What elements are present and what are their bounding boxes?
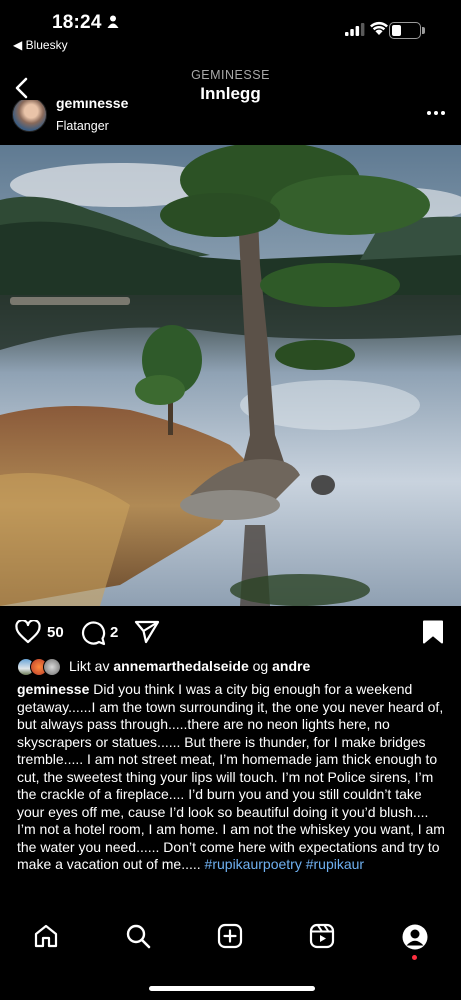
bookmark-icon[interactable] xyxy=(422,620,444,644)
post-username[interactable]: geminesse xyxy=(56,100,128,111)
avatar[interactable] xyxy=(12,100,47,132)
status-bar: 18:24 ◀ Bluesky xyxy=(0,0,461,60)
back-to-app-link[interactable]: ◀ Bluesky xyxy=(13,38,68,52)
likes-count[interactable]: 50 xyxy=(47,624,64,641)
status-time: 18:24 xyxy=(52,12,102,33)
post-header: geminesse Flatanger xyxy=(0,100,461,144)
home-indicator[interactable] xyxy=(149,986,315,991)
nav-account-name: GEMINESSE xyxy=(191,68,270,82)
post-actions: 50 2 xyxy=(0,606,461,656)
bottom-tab-bar xyxy=(0,910,461,970)
send-icon[interactable] xyxy=(134,620,160,644)
hashtag-link[interactable]: #rupikaurpoetry xyxy=(205,856,302,872)
battery-icon xyxy=(389,22,425,39)
liked-by-others[interactable]: andre xyxy=(272,658,310,674)
post-photo[interactable] xyxy=(0,145,461,606)
wifi-icon xyxy=(370,21,388,35)
cellular-signal-icon xyxy=(345,23,365,36)
home-icon[interactable] xyxy=(33,923,59,949)
profile-icon[interactable] xyxy=(401,923,429,951)
reels-icon[interactable] xyxy=(309,923,335,949)
heart-icon[interactable] xyxy=(15,620,41,644)
comment-icon[interactable] xyxy=(80,620,106,646)
caption-username[interactable]: geminesse xyxy=(17,681,89,697)
liked-by-user[interactable]: annemarthedalseide xyxy=(113,658,248,674)
comments-count[interactable]: 2 xyxy=(110,624,118,641)
hashtag-link[interactable]: #rupikaur xyxy=(306,856,364,872)
search-icon[interactable] xyxy=(125,923,151,949)
person-icon xyxy=(107,15,119,28)
create-icon[interactable] xyxy=(217,923,243,949)
more-options-icon[interactable] xyxy=(426,110,446,116)
liker-avatar xyxy=(43,658,61,676)
post-caption: geminesse Did you think I was a city big… xyxy=(17,681,449,874)
liked-by-and: og xyxy=(252,658,269,674)
liked-by-prefix: Likt av xyxy=(69,658,110,674)
caption-text: Did you think I was a city big enough fo… xyxy=(17,681,445,872)
notification-dot xyxy=(412,955,417,960)
post-location[interactable]: Flatanger xyxy=(56,119,109,133)
